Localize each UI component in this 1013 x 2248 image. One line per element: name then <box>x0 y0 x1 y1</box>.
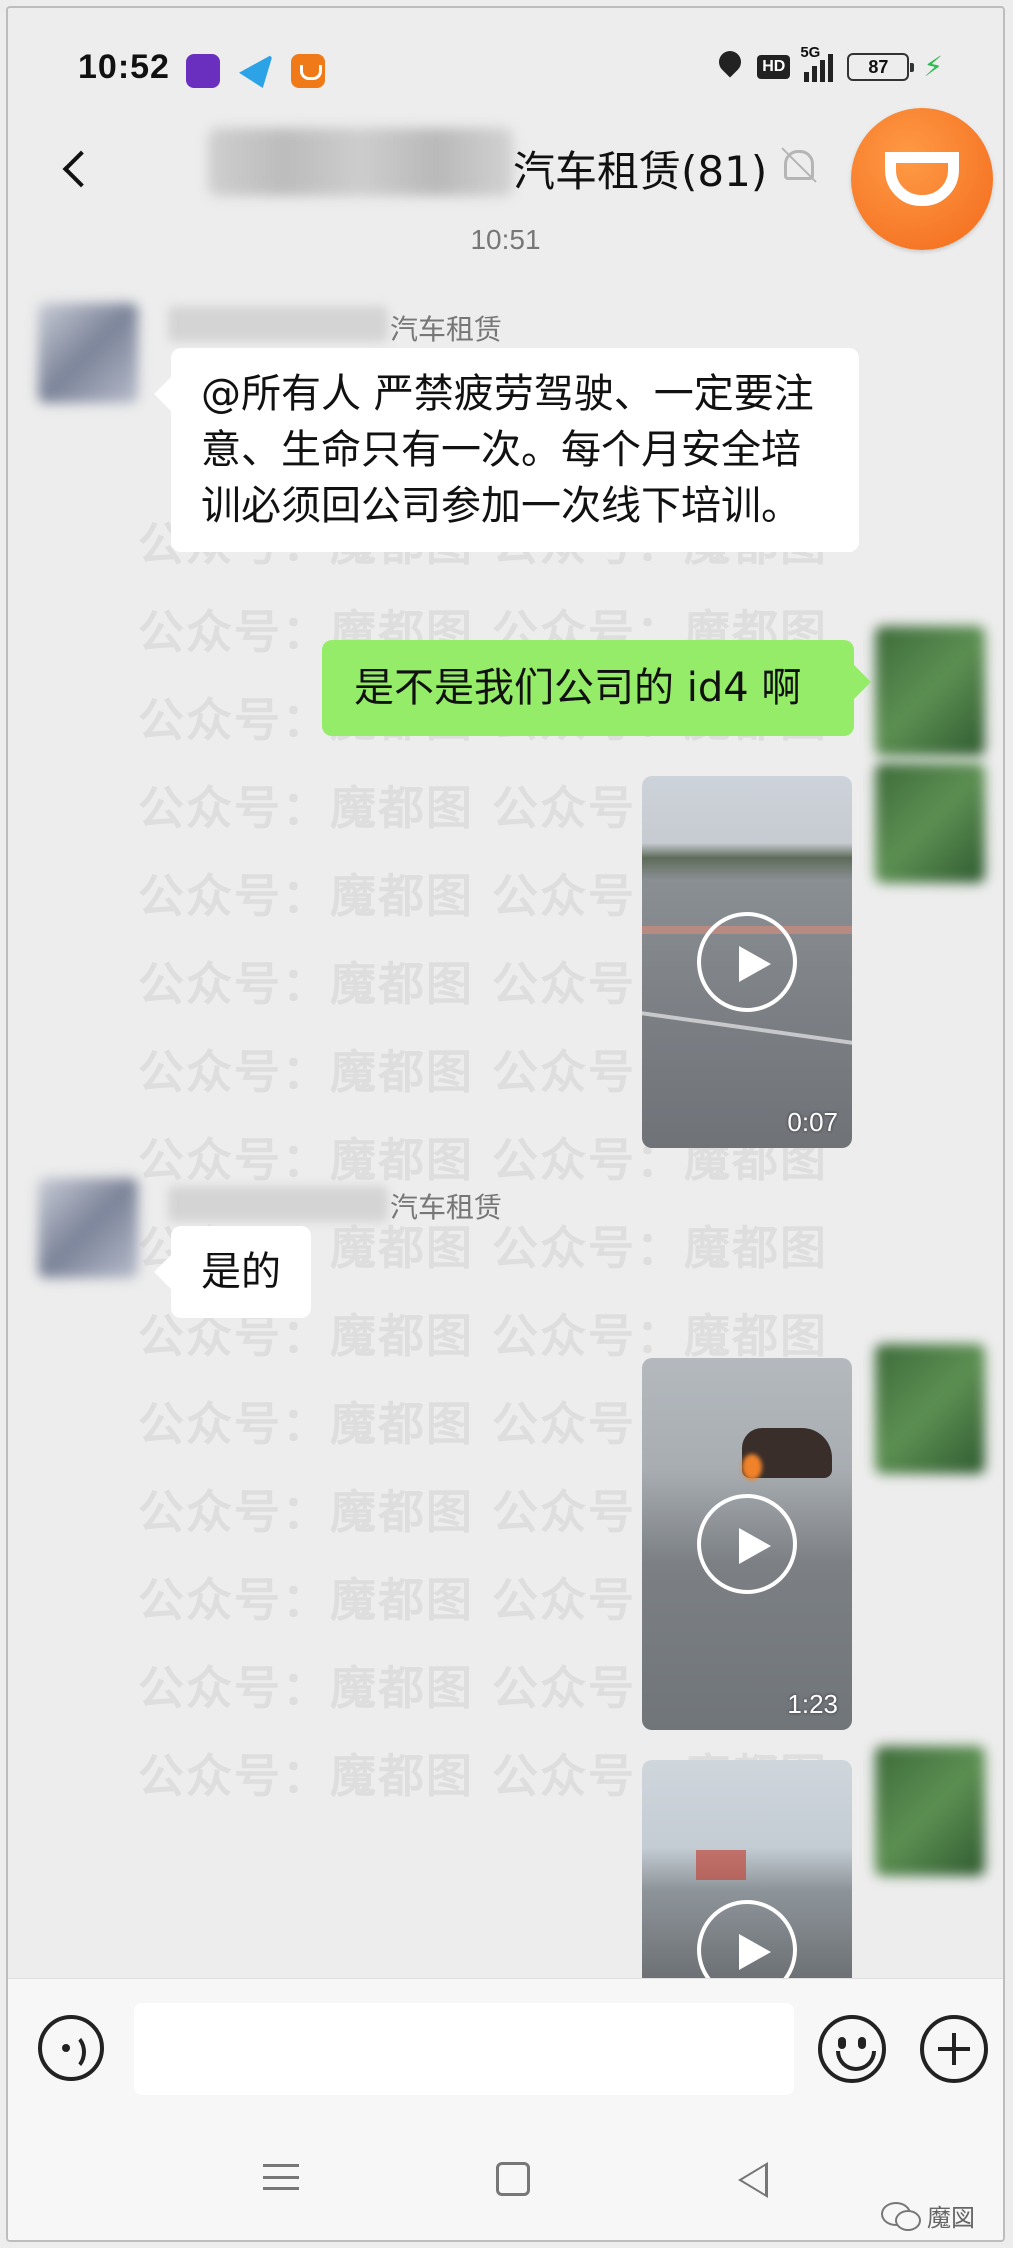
sender-group-tag: 汽车租赁 <box>390 313 503 346</box>
avatar[interactable] <box>875 1344 985 1474</box>
message-input[interactable] <box>134 2003 794 2095</box>
voice-input-icon[interactable] <box>38 2015 104 2081</box>
sender-group-tag: 汽车租赁 <box>390 1191 503 1224</box>
charging-icon: ⚡ <box>923 50 943 83</box>
blurred-group-name <box>208 128 513 196</box>
message-bubble[interactable]: @所有人 严禁疲劳驾驶、一定要注意、生命只有一次。每个月安全培训必须回公司参加一… <box>171 348 859 552</box>
system-nav-bar: 魔図 <box>8 2108 1003 2240</box>
message-bubble[interactable]: 是的 <box>171 1226 311 1318</box>
location-icon <box>717 51 743 83</box>
video-message[interactable]: 1:23 <box>642 1358 852 1730</box>
source-watermark: 魔図 <box>881 2198 975 2233</box>
bell-off-icon <box>784 150 814 180</box>
status-bar: 10:52 HD 5G 87 ⚡ <box>8 8 1003 128</box>
avatar <box>875 763 985 883</box>
message-bubble[interactable]: 是不是我们公司的 id4 啊 <box>322 640 854 736</box>
game-app-icon <box>186 54 220 88</box>
input-bar <box>8 1978 1003 2108</box>
telegram-icon <box>239 54 273 88</box>
video-message[interactable]: 0:07 <box>642 776 852 1148</box>
video-message[interactable] <box>642 1760 852 1978</box>
chevron-left-icon[interactable] <box>58 148 98 188</box>
home-icon[interactable] <box>496 2162 530 2196</box>
network-type: 5G <box>800 43 821 61</box>
brand-label: 魔図 <box>927 2204 975 2232</box>
emoji-icon[interactable] <box>818 2015 886 2083</box>
menu-icon[interactable] <box>263 2164 299 2190</box>
app-frame: 10:52 HD 5G 87 ⚡ 汽车租赁(81) 公众号：魔都图 公众号：魔都… <box>6 6 1005 2242</box>
blurred-sender-name <box>168 1186 388 1222</box>
video-duration: 0:07 <box>787 1107 838 1137</box>
signal-icon: 5G <box>800 44 834 82</box>
avatar[interactable] <box>38 303 138 403</box>
message-timestamp: 10:51 <box>470 224 541 255</box>
blurred-sender-name <box>168 306 388 342</box>
didi-app-icon <box>291 54 325 88</box>
avatar[interactable] <box>875 1746 985 1876</box>
battery-icon: 87 <box>847 52 915 81</box>
avatar[interactable] <box>875 626 985 756</box>
play-icon[interactable] <box>697 912 797 1012</box>
hd-badge: HD <box>757 54 791 79</box>
status-indicators: HD 5G 87 ⚡ <box>717 44 943 83</box>
wechat-icon <box>881 2201 921 2231</box>
chat-title: 汽车租赁(81) <box>513 147 768 196</box>
video-duration: 1:23 <box>787 1689 838 1719</box>
status-time: 10:52 <box>78 48 170 86</box>
play-icon[interactable] <box>697 1494 797 1594</box>
avatar[interactable] <box>38 1178 138 1278</box>
plus-icon[interactable] <box>920 2015 988 2083</box>
back-triangle-icon[interactable] <box>738 2162 768 2198</box>
